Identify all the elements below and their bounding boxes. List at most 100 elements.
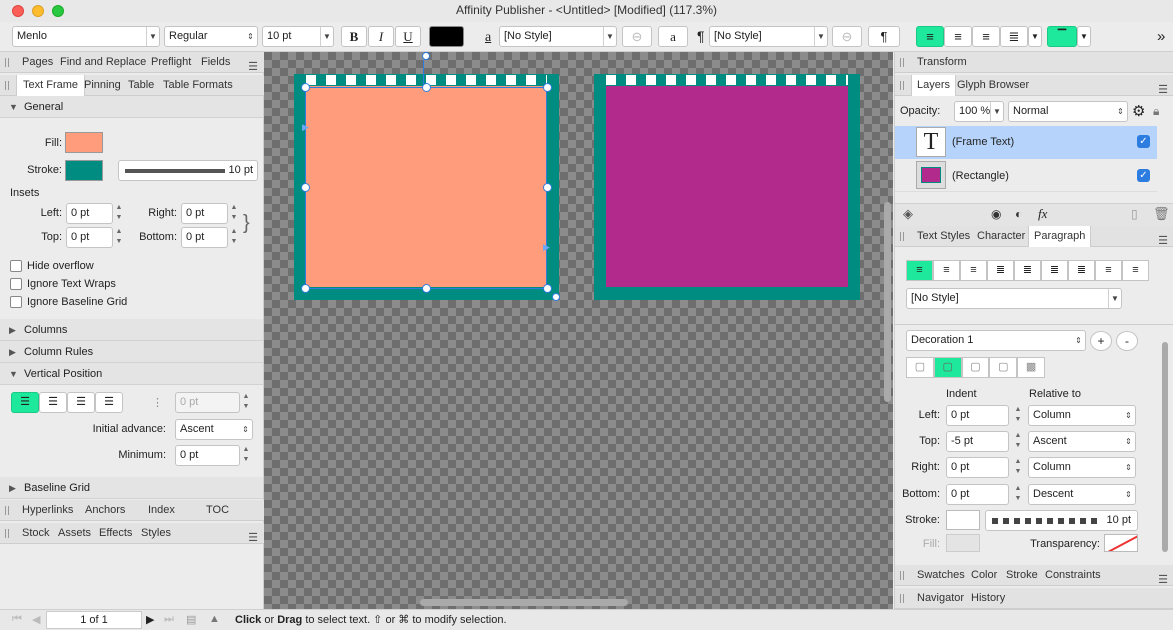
para-justify-all-button[interactable]: ≣ [1068, 260, 1095, 281]
text-flow-out-icon[interactable]: ▶ [543, 242, 550, 253]
rotate-handle[interactable] [552, 293, 560, 301]
resize-handle[interactable] [422, 83, 431, 92]
drag-grip-icon[interactable] [900, 81, 904, 90]
inset-bottom-input[interactable]: 0 pt [181, 227, 228, 248]
inset-right-input[interactable]: 0 pt [181, 203, 228, 224]
decoration-fill-button[interactable]: ▩ [1017, 357, 1045, 378]
stepper-icon[interactable]: ▲ ▼ [114, 227, 124, 248]
stroke-width-field[interactable]: 10 pt [118, 160, 258, 181]
stepper-icon[interactable]: ▲ ▼ [1013, 431, 1023, 452]
vertical-scrollbar[interactable] [884, 202, 891, 402]
right-relative-select[interactable]: Column ⇕ [1028, 457, 1136, 478]
tab-fields[interactable]: Fields [201, 52, 230, 72]
section-baseline-grid[interactable]: ▶ Baseline Grid [0, 477, 263, 499]
vpos-bottom-button[interactable]: ☰ [67, 392, 95, 413]
left-indent-input[interactable]: 0 pt [946, 405, 1009, 426]
vertical-align-more-button[interactable]: ▼ [1077, 26, 1091, 47]
previous-page-icon[interactable]: ◀ [32, 613, 40, 626]
section-columns[interactable]: ▶ Columns [0, 319, 263, 341]
align-right-button[interactable]: ≡ [972, 26, 1000, 47]
vertical-align-top-button[interactable]: ▔ [1047, 26, 1077, 47]
gear-icon[interactable]: ⚙ [1132, 102, 1145, 120]
tab-glyph-browser[interactable]: Glyph Browser [957, 75, 1029, 95]
drag-grip-icon[interactable] [900, 232, 904, 241]
tab-pinning[interactable]: Pinning [84, 75, 121, 95]
lock-icon[interactable]: 🔒︎ [1153, 104, 1159, 119]
decoration-stroke-width[interactable]: 10 pt [985, 510, 1138, 531]
stepper-icon[interactable]: ▲ ▼ [229, 227, 239, 248]
para-align-towards-spine-button[interactable]: ≡ [1095, 260, 1122, 281]
opacity-input[interactable]: 100 % ▼ [954, 101, 1004, 122]
bold-button[interactable]: B [341, 26, 367, 47]
section-vertical-position[interactable]: ▼ Vertical Position [0, 363, 263, 385]
align-center-button[interactable]: ≡ [944, 26, 972, 47]
para-justify-right-button[interactable]: ≣ [1041, 260, 1068, 281]
section-column-rules[interactable]: ▶ Column Rules [0, 341, 263, 363]
tab-transform[interactable]: Transform [917, 52, 967, 72]
decoration-none-button[interactable]: ▢ [906, 357, 934, 378]
visibility-checkbox[interactable]: ✓ [1137, 135, 1150, 148]
warning-icon[interactable]: ▲ [209, 613, 220, 625]
vpos-value-input[interactable]: 0 pt [175, 392, 240, 413]
inset-top-input[interactable]: 0 pt [66, 227, 113, 248]
tab-pages[interactable]: Pages [22, 52, 53, 72]
paragraph-scrollbar[interactable] [1162, 342, 1168, 552]
inset-left-input[interactable]: 0 pt [66, 203, 113, 224]
tab-index[interactable]: Index [148, 500, 175, 520]
rotate-handle[interactable] [422, 52, 430, 60]
top-relative-select[interactable]: Ascent ⇕ [1028, 431, 1136, 452]
close-window-button[interactable] [12, 5, 24, 17]
page-indicator[interactable]: 1 of 1 [46, 611, 142, 629]
panel-menu-icon[interactable]: ☰ [1158, 570, 1168, 590]
italic-button[interactable]: I [368, 26, 394, 47]
tab-stroke[interactable]: Stroke [1006, 565, 1038, 585]
tab-find-replace[interactable]: Find and Replace [60, 52, 146, 72]
left-relative-select[interactable]: Column ⇕ [1028, 405, 1136, 426]
panel-menu-icon[interactable]: ☰ [1158, 80, 1168, 100]
resize-handle[interactable] [301, 83, 310, 92]
stepper-icon[interactable]: ▲ ▼ [1013, 457, 1023, 478]
para-align-center-button[interactable]: ≡ [933, 260, 960, 281]
font-style-select[interactable]: Regular ⇕ [164, 26, 258, 47]
character-style-action-button[interactable]: ⊖ [622, 26, 652, 47]
vpos-center-button[interactable]: ☰ [39, 392, 67, 413]
right-indent-input[interactable]: 0 pt [946, 457, 1009, 478]
layers-stack-icon[interactable]: ◈ [903, 206, 913, 222]
next-page-icon[interactable]: ▶ [146, 613, 154, 626]
resize-handle[interactable] [543, 183, 552, 192]
minimum-input[interactable]: 0 pt [175, 445, 240, 466]
para-align-away-spine-button[interactable]: ≡ [1122, 260, 1149, 281]
justify-button[interactable]: ≣ [1000, 26, 1028, 47]
drag-grip-icon[interactable] [5, 81, 9, 90]
align-left-button[interactable]: ≡ [916, 26, 944, 47]
initial-advance-select[interactable]: Ascent ⇕ [175, 419, 253, 440]
transparency-swatch[interactable] [1104, 534, 1138, 552]
stepper-icon[interactable]: ▲ ▼ [241, 392, 251, 413]
drag-grip-icon[interactable] [5, 58, 9, 67]
tab-color[interactable]: Color [971, 565, 997, 585]
remove-decoration-button[interactable]: - [1116, 331, 1138, 351]
tab-anchors[interactable]: Anchors [85, 500, 125, 520]
drag-grip-icon[interactable] [900, 594, 904, 603]
zoom-window-button[interactable] [52, 5, 64, 17]
resize-handle[interactable] [301, 183, 310, 192]
tab-layers[interactable]: Layers [911, 75, 957, 96]
tab-navigator[interactable]: Navigator [917, 588, 964, 608]
tab-text-frame[interactable]: Text Frame [16, 75, 86, 96]
tab-text-styles[interactable]: Text Styles [917, 226, 970, 246]
document-canvas[interactable]: ▶ ▶ [264, 52, 893, 609]
visibility-checkbox[interactable]: ✓ [1137, 169, 1150, 182]
page-options-icon[interactable]: ▤ [186, 613, 196, 626]
blend-mode-select[interactable]: Normal ⇕ [1008, 101, 1128, 122]
decoration-border-button[interactable]: ▢ [933, 357, 962, 378]
add-decoration-button[interactable]: + [1090, 331, 1112, 351]
decoration-fill-swatch[interactable] [946, 534, 980, 552]
underline-button[interactable]: U [395, 26, 421, 47]
horizontal-scrollbar[interactable] [420, 599, 628, 606]
para-justify-left-button[interactable]: ≣ [987, 260, 1014, 281]
stepper-icon[interactable]: ▲ ▼ [229, 203, 239, 224]
first-page-icon[interactable]: ⏮ [12, 613, 22, 626]
para-justify-center-button[interactable]: ≣ [1014, 260, 1041, 281]
adjustment-icon[interactable]: ◐ [1015, 207, 1022, 221]
tab-paragraph[interactable]: Paragraph [1028, 226, 1092, 247]
